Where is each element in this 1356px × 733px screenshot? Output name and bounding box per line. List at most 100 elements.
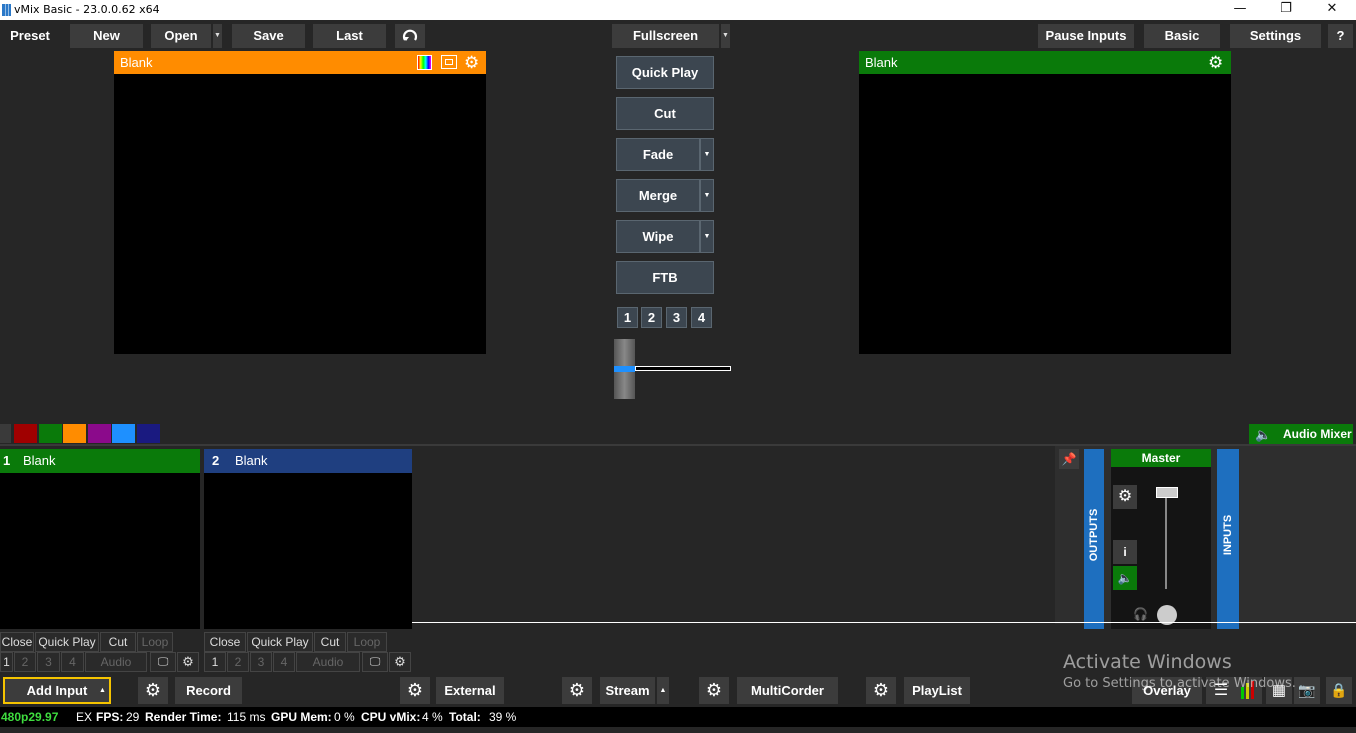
- input-2-overlay-1[interactable]: 1: [204, 652, 226, 672]
- pause-inputs-button[interactable]: Pause Inputs: [1038, 24, 1134, 48]
- input-1-close-button[interactable]: Close: [0, 632, 34, 652]
- input-2-gear-icon[interactable]: ⚙: [389, 652, 411, 672]
- preview-title: Blank: [120, 55, 153, 70]
- input-1-overlay-2[interactable]: 2: [14, 652, 36, 672]
- input-card-2[interactable]: 2 Blank: [204, 449, 412, 629]
- transition-2-button[interactable]: 2: [641, 307, 662, 328]
- external-button[interactable]: External: [436, 677, 504, 704]
- fullscreen-dropdown-arrow[interactable]: ▼: [720, 24, 730, 48]
- master-mute-speaker-icon[interactable]: 🔈: [1113, 566, 1137, 590]
- color-swatch-2[interactable]: [38, 424, 62, 443]
- color-bars-icon[interactable]: [417, 55, 432, 70]
- total-value: 39 %: [489, 710, 517, 724]
- color-swatch-1[interactable]: [14, 424, 37, 443]
- multicorder-gear-icon[interactable]: ⚙: [699, 677, 729, 704]
- input-1-monitor-icon[interactable]: 🖵: [150, 652, 176, 672]
- input-1-audio-button[interactable]: Audio: [85, 652, 147, 672]
- merge-button[interactable]: Merge: [616, 179, 700, 212]
- record-button[interactable]: Record: [175, 677, 242, 704]
- input-2-cut-button[interactable]: Cut: [314, 632, 346, 652]
- add-input-button[interactable]: Add Input ▲: [3, 677, 111, 704]
- preset-button[interactable]: Preset: [0, 24, 60, 48]
- window-title: vMix Basic - 23.0.0.62 x64: [14, 3, 160, 16]
- input-1-overlay-3[interactable]: 3: [37, 652, 60, 672]
- lock-icon[interactable]: 🔒: [1326, 677, 1352, 704]
- fade-dropdown-arrow[interactable]: ▼: [700, 138, 714, 171]
- output-monitor: Blank ⚙: [859, 51, 1231, 354]
- master-fader-handle[interactable]: [1156, 487, 1178, 498]
- help-button[interactable]: ?: [1328, 24, 1353, 48]
- transition-1-button[interactable]: 1: [617, 307, 638, 328]
- new-button[interactable]: New: [70, 24, 143, 48]
- color-swatch-0[interactable]: [0, 424, 11, 443]
- master-strip: Master ⚙ i 🔈 🎧: [1111, 449, 1211, 629]
- basic-button[interactable]: Basic: [1144, 24, 1220, 48]
- save-button[interactable]: Save: [232, 24, 305, 48]
- master-info-button[interactable]: i: [1113, 540, 1137, 564]
- pin-icon[interactable]: 📌: [1059, 449, 1079, 469]
- camera-icon[interactable]: 📷: [1294, 677, 1320, 704]
- input-2-loop-button[interactable]: Loop: [347, 632, 387, 652]
- input-2-close-button[interactable]: Close: [204, 632, 246, 652]
- transition-4-button[interactable]: 4: [691, 307, 712, 328]
- outputs-tab[interactable]: OUTPUTS: [1084, 449, 1104, 629]
- master-fader-track[interactable]: [1165, 489, 1167, 589]
- input-2-monitor-icon[interactable]: 🖵: [362, 652, 388, 672]
- close-button[interactable]: ✕: [1309, 0, 1355, 20]
- input-1-cut-button[interactable]: Cut: [100, 632, 136, 652]
- merge-dropdown-arrow[interactable]: ▼: [700, 179, 714, 212]
- open-dropdown-arrow[interactable]: ▼: [212, 24, 222, 48]
- multicorder-button[interactable]: MultiCorder: [737, 677, 838, 704]
- open-button[interactable]: Open: [151, 24, 211, 48]
- input-1-overlay-4[interactable]: 4: [61, 652, 84, 672]
- restore-button[interactable]: ❐: [1263, 0, 1309, 20]
- master-gear-icon[interactable]: ⚙: [1113, 485, 1137, 509]
- gpu-mem-label: GPU Mem:: [271, 710, 332, 724]
- quick-play-button[interactable]: Quick Play: [616, 56, 714, 89]
- last-button[interactable]: Last: [313, 24, 386, 48]
- fade-button[interactable]: Fade: [616, 138, 700, 171]
- input-2-overlay-2[interactable]: 2: [227, 652, 249, 672]
- inputs-tab[interactable]: INPUTS: [1217, 449, 1239, 629]
- input-2-quickplay-button[interactable]: Quick Play: [247, 632, 313, 652]
- settings-button[interactable]: Settings: [1230, 24, 1321, 48]
- input-number-2: 2: [212, 453, 220, 468]
- snapshot-icon[interactable]: [441, 55, 457, 69]
- stream-button[interactable]: Stream: [600, 677, 655, 704]
- record-gear-icon[interactable]: ⚙: [138, 677, 168, 704]
- wipe-button[interactable]: Wipe: [616, 220, 700, 253]
- external-gear-icon[interactable]: ⚙: [400, 677, 430, 704]
- color-swatch-6[interactable]: [136, 424, 160, 443]
- cut-button[interactable]: Cut: [616, 97, 714, 130]
- input-2-audio-button[interactable]: Audio: [296, 652, 360, 672]
- input-1-loop-button[interactable]: Loop: [137, 632, 173, 652]
- fullscreen-button[interactable]: Fullscreen: [612, 24, 719, 48]
- transition-3-button[interactable]: 3: [666, 307, 687, 328]
- input-1-gear-icon[interactable]: ⚙: [177, 652, 199, 672]
- playlist-button[interactable]: PlayList: [904, 677, 970, 704]
- minimize-button[interactable]: —: [1217, 0, 1263, 20]
- separator-line: [412, 622, 1356, 623]
- color-swatch-5[interactable]: [112, 424, 135, 443]
- color-swatch-3[interactable]: [63, 424, 86, 443]
- preview-monitor[interactable]: Blank ⚙: [114, 51, 486, 354]
- stream-arrow-icon[interactable]: ▲: [657, 677, 669, 704]
- ftb-button[interactable]: FTB: [616, 261, 714, 294]
- wipe-dropdown-arrow[interactable]: ▼: [700, 220, 714, 253]
- audio-mixer-toggle[interactable]: 🔈 Audio Mixer: [1249, 424, 1353, 445]
- headphones-icon[interactable]: 🎧: [1133, 607, 1148, 621]
- color-swatch-4[interactable]: [87, 424, 111, 443]
- input-1-quickplay-button[interactable]: Quick Play: [35, 632, 99, 652]
- input-2-overlay-3[interactable]: 3: [250, 652, 272, 672]
- t-bar-handle[interactable]: [614, 339, 635, 399]
- stream-gear-icon[interactable]: ⚙: [562, 677, 592, 704]
- add-input-arrow-icon[interactable]: ▲: [99, 679, 106, 702]
- output-gear-icon[interactable]: ⚙: [1208, 51, 1223, 74]
- preview-gear-icon[interactable]: ⚙: [464, 51, 479, 74]
- input-2-overlay-4[interactable]: 4: [273, 652, 295, 672]
- input-card-1[interactable]: 1 Blank: [0, 449, 200, 629]
- input-1-overlay-1[interactable]: 1: [0, 652, 13, 672]
- t-bar-track[interactable]: [635, 366, 731, 371]
- undo-icon[interactable]: [395, 24, 425, 48]
- playlist-gear-icon[interactable]: ⚙: [866, 677, 896, 704]
